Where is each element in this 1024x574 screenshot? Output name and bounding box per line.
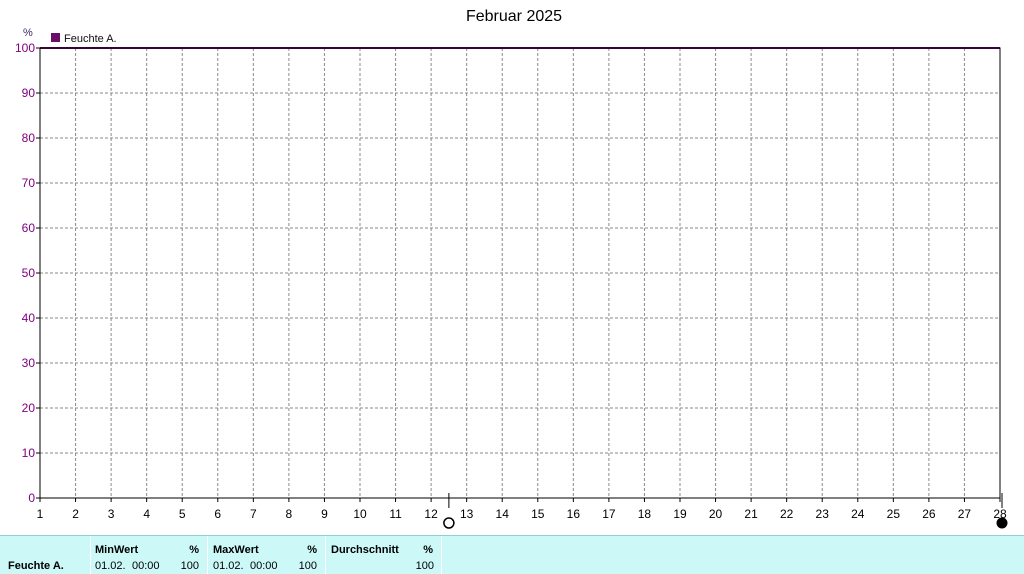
stats-min-date: 01.02. xyxy=(95,560,126,572)
x-tick-label: 27 xyxy=(958,507,972,521)
x-tick-label: 9 xyxy=(321,507,328,521)
x-tick-label: 14 xyxy=(496,507,510,521)
x-tick-label: 13 xyxy=(460,507,474,521)
x-tick-label: 6 xyxy=(214,507,221,521)
stats-min-header: MinWert xyxy=(95,544,139,556)
chart-title: Februar 2025 xyxy=(466,8,562,25)
y-tick-label: 50 xyxy=(22,266,36,280)
x-tick-label: 1 xyxy=(37,507,44,521)
stats-max-time: 00:00 xyxy=(250,560,278,572)
stats-max-header: MaxWert xyxy=(213,544,259,556)
stats-series-cell: Feuchte A. xyxy=(0,536,90,574)
stats-max-cell: MaxWert % 01.02. 00:00 100 xyxy=(207,536,325,574)
x-tick-label: 23 xyxy=(816,507,830,521)
x-tick-label: 11 xyxy=(389,507,402,521)
y-tick-label: 90 xyxy=(22,86,36,100)
y-axis-ticks: 0 10 20 30 40 50 60 70 80 90 100 xyxy=(15,41,40,505)
stats-max-value: 100 xyxy=(298,560,317,572)
x-axis-ticks: 1 2 3 4 5 6 7 8 9 10 11 12 13 14 15 16 17 18 19 20 21 22 23 24 2… xyxy=(37,498,1007,521)
stats-min-time: 00:00 xyxy=(132,560,160,572)
stats-max-unit: % xyxy=(307,544,317,556)
x-tick-label: 17 xyxy=(602,507,616,521)
stats-min-value: 100 xyxy=(180,560,199,572)
x-tick-label: 22 xyxy=(780,507,794,521)
stats-avg-header: Durchschnitt xyxy=(331,544,399,556)
x-tick-label: 3 xyxy=(108,507,115,521)
stats-min-cell: MinWert % 01.02. 00:00 100 xyxy=(90,536,207,574)
stats-avg-cell: Durchschnitt % 100 xyxy=(325,536,442,574)
y-tick-label: 70 xyxy=(22,176,36,190)
x-tick-label: 25 xyxy=(887,507,901,521)
y-axis-unit: % xyxy=(23,27,33,39)
y-tick-label: 40 xyxy=(22,311,36,325)
chart: Februar 2025 % Feuchte A. 0 10 20 30 40 50 60 7… xyxy=(15,8,1008,529)
x-tick-label: 12 xyxy=(424,507,438,521)
y-tick-label: 30 xyxy=(22,356,36,370)
x-tick-label: 4 xyxy=(143,507,150,521)
y-tick-label: 100 xyxy=(15,41,35,55)
x-tick-label: 21 xyxy=(744,507,758,521)
y-tick-label: 80 xyxy=(22,131,36,145)
x-tick-label: 26 xyxy=(922,507,936,521)
y-tick-label: 20 xyxy=(22,401,36,415)
stats-avg-unit: % xyxy=(423,544,433,556)
y-tick-label: 0 xyxy=(28,491,35,505)
statistics-panel: Feuchte A. MinWert % 01.02. 00:00 100 Ma… xyxy=(0,535,1024,574)
x-tick-label: 16 xyxy=(567,507,581,521)
open-circle-marker[interactable] xyxy=(443,517,455,529)
legend-swatch xyxy=(51,33,60,42)
x-tick-label: 7 xyxy=(250,507,257,521)
y-tick-label: 60 xyxy=(22,221,36,235)
legend: Feuchte A. xyxy=(51,33,117,45)
grid xyxy=(40,48,1000,498)
stats-min-unit: % xyxy=(189,544,199,556)
y-tick-label: 10 xyxy=(22,446,36,460)
stats-series-label: Feuchte A. xyxy=(8,560,64,572)
filled-circle-marker[interactable] xyxy=(996,517,1008,529)
legend-label: Feuchte A. xyxy=(64,33,117,45)
stats-max-date: 01.02. xyxy=(213,560,244,572)
x-tick-label: 8 xyxy=(286,507,293,521)
x-tick-label: 19 xyxy=(673,507,687,521)
x-tick-label: 5 xyxy=(179,507,186,521)
x-tick-label: 2 xyxy=(72,507,79,521)
x-tick-label: 15 xyxy=(531,507,545,521)
x-tick-label: 18 xyxy=(638,507,652,521)
x-tick-label: 10 xyxy=(353,507,367,521)
x-tick-label: 20 xyxy=(709,507,723,521)
x-tick-label: 24 xyxy=(851,507,865,521)
stats-avg-value: 100 xyxy=(415,560,434,572)
